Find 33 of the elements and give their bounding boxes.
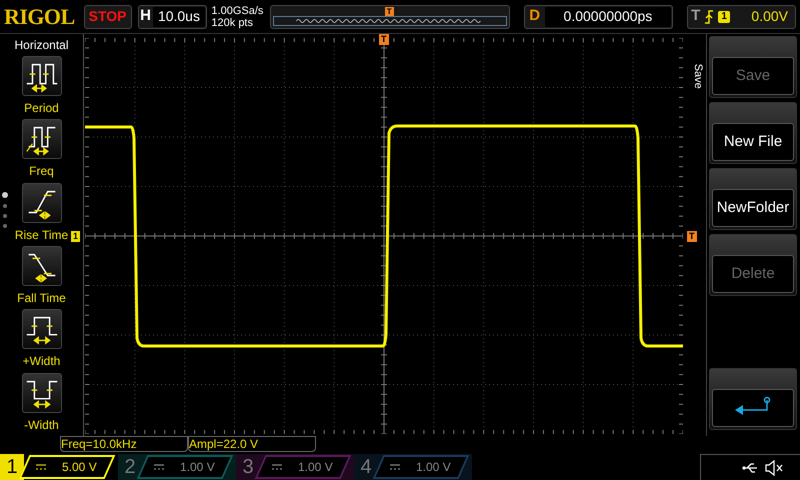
channel-scale: 1.00 V <box>180 459 215 476</box>
measurement-readout: Freq=10.0kHz <box>60 436 188 452</box>
trigger-voltage: 0.00V <box>750 7 789 26</box>
memory-depth: 120k pts <box>211 16 254 28</box>
menu-button[interactable]: New File <box>712 123 794 161</box>
trigger-position-marker: T <box>384 6 394 16</box>
timebase-value: 10.0us <box>152 6 206 26</box>
channel-scale: 5.00 V <box>62 459 97 476</box>
menu-title: Save <box>690 64 705 89</box>
channel-number: 1 <box>0 454 24 480</box>
sample-rate: 1.00GSa/s <box>211 4 264 16</box>
channel-number: 2 <box>123 455 137 480</box>
measurement-readout: Ampl=22.0 V <box>188 436 316 452</box>
menu-title: Horizontal <box>14 37 69 54</box>
channel-offset-marker: 1 <box>71 231 80 242</box>
trigger-label: T <box>691 6 700 26</box>
trigger-time-marker: T <box>379 34 388 45</box>
channel-tab[interactable]: 4 1.00 V <box>354 454 472 480</box>
delay-label: D <box>528 6 542 26</box>
brand-logo: RIGOL <box>4 3 76 31</box>
channel-scale: 1.00 V <box>416 459 451 476</box>
channel-number: 3 <box>241 455 255 480</box>
trigger-source: 1 <box>718 10 730 22</box>
channel-scale: 1.00 V <box>298 459 333 476</box>
trigger-level-marker: T <box>687 231 696 242</box>
measure-button[interactable]: Rise Time <box>14 182 68 246</box>
menu-button[interactable]: NewFolder <box>712 189 794 227</box>
channel-tab[interactable]: 3 1.00 V <box>236 454 354 480</box>
timebase-label: H <box>139 6 152 26</box>
run-stop-button[interactable]: STOP <box>84 4 132 28</box>
channel-tab[interactable]: 2 1.00 V <box>118 454 236 480</box>
delay-value: 0.00000000ps <box>544 6 672 26</box>
channel-number: 4 <box>359 455 373 480</box>
